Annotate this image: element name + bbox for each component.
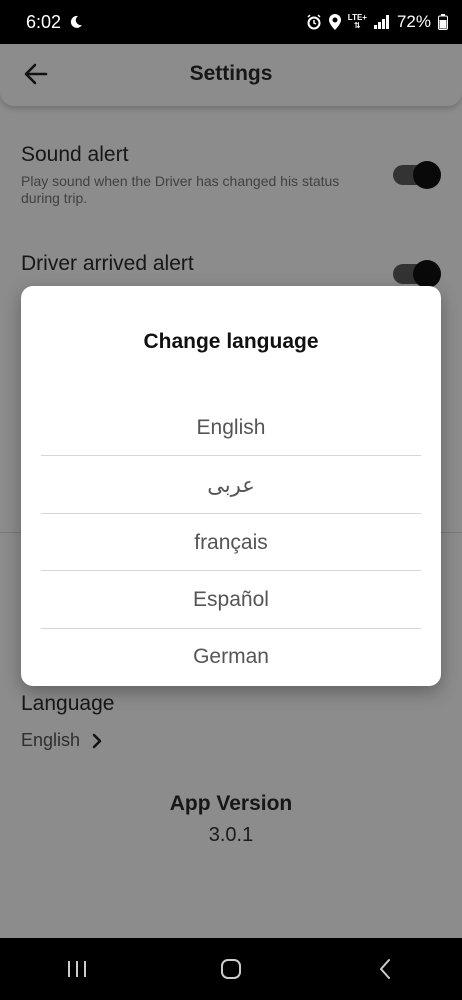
settings-screen: 6:02 LTE+ ⇅ 72% Settings Sound alert Pla… bbox=[0, 0, 462, 1000]
status-time: 6:02 bbox=[26, 11, 62, 32]
battery-icon bbox=[438, 14, 448, 30]
moon-icon bbox=[69, 15, 83, 29]
location-icon bbox=[328, 14, 341, 30]
language-option-french[interactable]: français bbox=[41, 515, 421, 571]
option-divider bbox=[41, 513, 421, 514]
language-option-german[interactable]: German bbox=[41, 629, 421, 685]
battery-percent: 72% bbox=[396, 12, 431, 31]
dialog-title: Change language bbox=[143, 330, 319, 353]
option-divider bbox=[41, 455, 421, 456]
system-nav-bar bbox=[0, 938, 462, 1000]
recent-apps-icon[interactable] bbox=[47, 949, 107, 989]
change-language-dialog: Change language English عربى français Es… bbox=[21, 286, 441, 686]
network-type-icon: LTE+ ⇅ bbox=[348, 14, 367, 30]
language-option-arabic[interactable]: عربى bbox=[41, 457, 421, 513]
language-option-english[interactable]: English bbox=[41, 400, 421, 456]
signal-icon bbox=[373, 15, 390, 29]
status-bar: 6:02 LTE+ ⇅ 72% bbox=[0, 0, 462, 44]
back-nav-icon[interactable] bbox=[355, 949, 415, 989]
data-arrows-icon: ⇅ bbox=[354, 21, 361, 30]
option-divider bbox=[41, 570, 421, 571]
home-icon[interactable] bbox=[201, 949, 261, 989]
language-option-spanish[interactable]: Español bbox=[41, 572, 421, 628]
alarm-icon bbox=[306, 14, 322, 30]
